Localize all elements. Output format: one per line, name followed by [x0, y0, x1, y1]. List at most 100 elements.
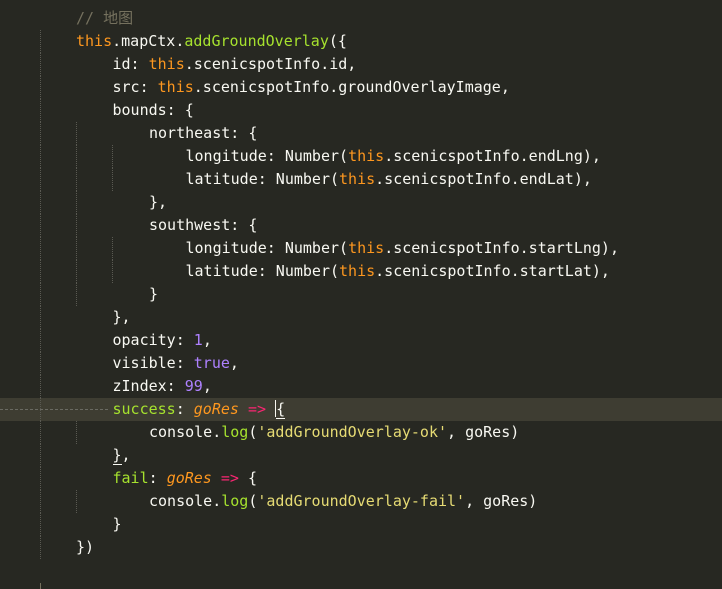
code-line-content: id: this.scenicspotInfo.id, [113, 53, 357, 76]
indent-guide [40, 329, 41, 352]
code-line[interactable]: } [0, 513, 722, 536]
code-token: , [202, 331, 212, 349]
code-line-content: } [113, 513, 122, 536]
code-line-content: success: goRes => { [113, 398, 286, 421]
code-token: goRes [166, 469, 212, 487]
code-token: visible: [112, 354, 194, 372]
code-token: 'addGroundOverlay-fail' [257, 492, 466, 510]
code-token: // 地图 [76, 9, 134, 27]
code-token: longitude: Number( [185, 147, 349, 165]
code-token: }, [149, 193, 168, 211]
indent-guide [112, 260, 113, 283]
indent-guide [40, 467, 41, 490]
indent-guide [40, 30, 41, 53]
indent-guide [112, 145, 113, 168]
code-line-content: longitude: Number(this.scenicspotInfo.en… [186, 145, 601, 168]
code-token: => [247, 400, 267, 418]
code-token: , [121, 446, 131, 464]
code-line[interactable]: console.log('addGroundOverlay-ok', goRes… [0, 421, 722, 444]
code-line[interactable]: longitude: Number(this.scenicspotInfo.st… [0, 237, 722, 260]
code-line[interactable]: src: this.scenicspotInfo.groundOverlayIm… [0, 76, 722, 99]
indent-guide [76, 145, 77, 168]
code-line[interactable]: longitude: Number(this.scenicspotInfo.en… [0, 145, 722, 168]
code-line[interactable]: latitude: Number(this.scenicspotInfo.end… [0, 168, 722, 191]
code-line[interactable]: northeast: { [0, 122, 722, 145]
code-line-content: zIndex: 99, [113, 375, 212, 398]
code-line[interactable]: console.log('addGroundOverlay-fail', goR… [0, 490, 722, 513]
code-token: this [148, 55, 185, 73]
code-line-content: visible: true, [113, 352, 239, 375]
code-line-content: latitude: Number(this.scenicspotInfo.end… [186, 168, 592, 191]
code-line[interactable]: this.mapCtx.addGroundOverlay({ [0, 30, 722, 53]
code-token: console. [149, 492, 222, 510]
code-line[interactable]: id: this.scenicspotInfo.id, [0, 53, 722, 76]
code-token: } [112, 515, 122, 533]
code-token: { [276, 400, 286, 419]
indent-guide [40, 352, 41, 375]
code-line[interactable]: }, [0, 444, 722, 467]
indent-guide [76, 214, 77, 237]
code-token: true [193, 354, 230, 372]
indent-guide [76, 191, 77, 214]
indent-marker [0, 409, 110, 410]
code-token: 99 [184, 377, 203, 395]
code-token: log [221, 492, 249, 510]
code-token: zIndex: [112, 377, 185, 395]
code-line[interactable]: }) [0, 536, 722, 559]
active-code-line[interactable]: success: goRes => { [0, 398, 722, 421]
indent-guide [40, 191, 41, 214]
indent-guide [40, 145, 41, 168]
code-line-content: fail: goRes => { [113, 467, 258, 490]
code-line[interactable]: } [0, 283, 722, 306]
code-token: .scenicspotInfo.startLng), [384, 239, 619, 257]
code-token: addGroundOverlay [184, 32, 329, 50]
indent-guide [76, 421, 77, 444]
code-line-content: }, [149, 191, 167, 214]
indent-guide [40, 53, 41, 76]
code-line[interactable]: }, [0, 306, 722, 329]
code-line[interactable]: // 地图 [0, 7, 722, 30]
indent-guide [112, 168, 113, 191]
code-token: : [148, 469, 167, 487]
gutter-mark [40, 583, 47, 589]
indent-guide [40, 283, 41, 306]
code-line-content: console.log('addGroundOverlay-fail', goR… [149, 490, 537, 513]
indent-guide [40, 99, 41, 122]
code-token: southwest: { [149, 216, 258, 234]
code-line[interactable]: fail: goRes => { [0, 467, 722, 490]
code-token: console. [149, 423, 222, 441]
code-token: }) [76, 538, 95, 556]
code-token: success [112, 400, 176, 418]
code-editor[interactable]: // 地图 this.mapCtx.addGroundOverlay({id: t… [0, 0, 722, 589]
code-line[interactable]: opacity: 1, [0, 329, 722, 352]
indent-guide [40, 375, 41, 398]
code-line[interactable]: zIndex: 99, [0, 375, 722, 398]
code-token: , goRes) [465, 492, 538, 510]
code-token: , [202, 377, 212, 395]
code-token: ({ [328, 32, 347, 50]
indent-guide [40, 398, 41, 421]
code-token: } [149, 285, 159, 303]
code-token: log [221, 423, 249, 441]
code-token: latitude: Number( [185, 170, 340, 188]
code-token: , [229, 354, 239, 372]
code-line[interactable]: visible: true, [0, 352, 722, 375]
code-line-content: }, [113, 306, 131, 329]
indent-guide [40, 444, 41, 467]
indent-guide [40, 237, 41, 260]
code-token: => [220, 469, 239, 487]
code-token: .mapCtx. [112, 32, 185, 50]
code-line[interactable]: bounds: { [0, 99, 722, 122]
code-line-content: northeast: { [149, 122, 257, 145]
code-line[interactable]: southwest: { [0, 214, 722, 237]
indent-guide [76, 283, 77, 306]
code-line-content: latitude: Number(this.scenicspotInfo.sta… [186, 260, 610, 283]
code-line[interactable]: }, [0, 191, 722, 214]
code-token: longitude: Number( [185, 239, 349, 257]
code-line-content: // 地图 [76, 7, 133, 30]
indent-guide [40, 490, 41, 513]
indent-guide [40, 76, 41, 99]
code-line[interactable]: latitude: Number(this.scenicspotInfo.sta… [0, 260, 722, 283]
code-token: src: [112, 78, 158, 96]
